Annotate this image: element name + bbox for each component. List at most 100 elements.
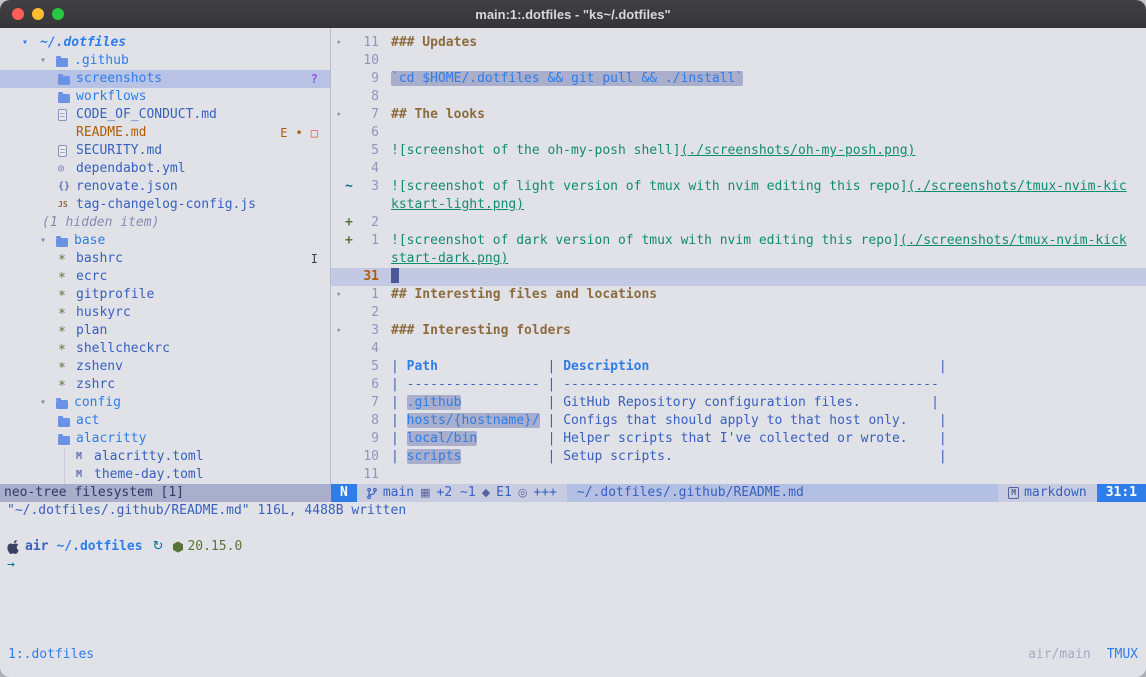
expander-icon[interactable]: ▾ — [40, 394, 56, 412]
git-diff-counts: +2 ~1 — [437, 484, 476, 502]
markdown-icon: M — [1008, 487, 1019, 499]
tree-item-label: SECURITY.md — [74, 142, 162, 160]
minimize-button[interactable] — [32, 8, 44, 20]
tree-item-label: workflows — [74, 88, 146, 106]
status-badge: I — [311, 250, 318, 268]
shell-area[interactable]: air ~/.dotfiles ↻ 20.15.0 → — [0, 538, 1146, 574]
tree-item-readme-md[interactable]: README.mdE•□ — [0, 124, 330, 142]
line-number: 5 — [355, 358, 379, 376]
editor-line[interactable]: 6| ----------------- | -----------------… — [331, 376, 1146, 394]
tree-item-label: base — [72, 232, 105, 250]
tmux-window-label[interactable]: 1:.dotfiles — [8, 646, 94, 664]
indent-guide — [64, 466, 65, 484]
tree-item-1-hidden-item[interactable]: (1 hidden item) — [0, 214, 330, 232]
tree-item-bashrc[interactable]: *bashrcI — [0, 250, 330, 268]
editor-line[interactable]: 5![screenshot of the oh-my-posh shell](.… — [331, 142, 1146, 160]
editor-line[interactable]: ▾3### Interesting folders — [331, 322, 1146, 340]
tree-item-alacritty[interactable]: alacritty — [0, 430, 330, 448]
editor-line[interactable]: 4 — [331, 340, 1146, 358]
tree-item-screenshots[interactable]: screenshots? — [0, 70, 330, 88]
line-number: 6 — [355, 376, 379, 394]
editor-line[interactable]: 8| hosts/{hostname}/ | Configs that shou… — [331, 412, 1146, 430]
zoom-button[interactable] — [52, 8, 64, 20]
folder-icon — [58, 434, 74, 445]
tree-item-alacritty-toml[interactable]: Malacritty.toml — [0, 448, 330, 466]
tree-item-security-md[interactable]: SECURITY.md — [0, 142, 330, 160]
tree-item-label: plan — [74, 322, 107, 340]
tree-item-base[interactable]: ▾ base — [0, 232, 330, 250]
editor-line[interactable]: kstart-light.png) — [331, 196, 1146, 214]
editor-line[interactable]: ~3![screenshot of light version of tmux … — [331, 178, 1146, 196]
neotree-file-tree: ▾~/.dotfiles▾.githubscreenshots?workflow… — [0, 28, 331, 484]
tree-item-gitprofile[interactable]: *gitprofile — [0, 286, 330, 304]
tree-item-plan[interactable]: *plan — [0, 322, 330, 340]
tree-item-ecrc[interactable]: *ecrc — [0, 268, 330, 286]
tree-item-code-of-conduct-md[interactable]: CODE_OF_CONDUCT.md — [0, 106, 330, 124]
tree-item-label: dependabot.yml — [74, 160, 186, 178]
tmux-statusbar: 1:.dotfiles air/main TMUX — [0, 646, 1146, 664]
diagnostics-icon: ◆ — [482, 484, 490, 502]
tree-item-shellcheckrc[interactable]: *shellcheckrc — [0, 340, 330, 358]
editor-line[interactable]: 4 — [331, 160, 1146, 178]
toml-icon: M — [76, 466, 92, 484]
expander-icon[interactable]: ▾ — [40, 52, 56, 70]
tree-item-config[interactable]: ▾ config — [0, 394, 330, 412]
file-icon — [58, 145, 74, 157]
editor-line[interactable]: start-dark.png) — [331, 250, 1146, 268]
tmux-right-section: air/main TMUX — [1028, 646, 1138, 664]
diagnostics-count: E1 — [496, 484, 512, 502]
editor-line[interactable]: 10 — [331, 52, 1146, 70]
editor-line[interactable]: 31 — [331, 268, 1146, 286]
prompt-arrow[interactable]: → — [0, 556, 1146, 574]
editor-line[interactable]: ▾11### Updates — [331, 34, 1146, 52]
tree-item-label: ecrc — [74, 268, 107, 286]
filetype-label: markdown — [1024, 484, 1087, 502]
editor-line[interactable]: 9| local/bin | Helper scripts that I've … — [331, 430, 1146, 448]
window-title: main:1:.dotfiles - "ks~/.dotfiles" — [475, 7, 670, 22]
editor-line[interactable]: 9`cd $HOME/.dotfiles && git pull && ./in… — [331, 70, 1146, 88]
line-number: 9 — [355, 430, 379, 448]
line-number — [355, 250, 379, 268]
tree-item-zshrc[interactable]: *zshrc — [0, 376, 330, 394]
text-cursor — [391, 268, 399, 283]
expander-icon[interactable]: ▾ — [22, 34, 38, 52]
folder-icon — [56, 236, 72, 247]
editor-line[interactable]: 10| scripts | Setup scripts. | — [331, 448, 1146, 466]
editor-line[interactable]: 8 — [331, 88, 1146, 106]
line-number: 11 — [355, 466, 379, 484]
editor-line[interactable]: 6 — [331, 124, 1146, 142]
folder-icon — [56, 398, 72, 409]
fold-icon: ▾ — [331, 34, 345, 52]
expander-icon[interactable]: ▾ — [40, 232, 56, 250]
tree-item-workflows[interactable]: workflows — [0, 88, 330, 106]
editor-line[interactable]: ▾1## Interesting files and locations — [331, 286, 1146, 304]
close-button[interactable] — [12, 8, 24, 20]
line-number: 8 — [355, 88, 379, 106]
tree-item-label: alacritty — [74, 430, 146, 448]
editor-line[interactable]: 5| Path | Description | — [331, 358, 1146, 376]
tree-item-label: act — [74, 412, 99, 430]
editor-line[interactable]: 2 — [331, 304, 1146, 322]
editor-line[interactable]: 11 — [331, 466, 1146, 484]
titlebar[interactable]: main:1:.dotfiles - "ks~/.dotfiles" — [0, 0, 1146, 28]
editor-line[interactable]: 7| .github | GitHub Repository configura… — [331, 394, 1146, 412]
tree-item-label: config — [72, 394, 121, 412]
editor-line[interactable]: +1![screenshot of dark version of tmux w… — [331, 232, 1146, 250]
tree-item-label: shellcheckrc — [74, 340, 170, 358]
editor-line[interactable]: ▾7## The looks — [331, 106, 1146, 124]
tree-item-act[interactable]: act — [0, 412, 330, 430]
editor-buffer[interactable]: ▾11### Updates109`cd $HOME/.dotfiles && … — [331, 28, 1146, 484]
line-number: 7 — [355, 394, 379, 412]
tree-item-zshenv[interactable]: *zshenv — [0, 358, 330, 376]
traffic-lights — [12, 8, 64, 20]
vim-mode-indicator: N — [331, 484, 357, 502]
tree-item-theme-day-toml[interactable]: Mtheme-day.toml — [0, 466, 330, 484]
tree-item-dependabot-yml[interactable]: ◎dependabot.yml — [0, 160, 330, 178]
tree-item-github[interactable]: ▾.github — [0, 52, 330, 70]
editor-line[interactable]: +2 — [331, 214, 1146, 232]
tree-item-tag-changelog-config-js[interactable]: JStag-changelog-config.js — [0, 196, 330, 214]
cursor-position: 31:1 — [1097, 484, 1146, 502]
tree-item-dotfiles[interactable]: ▾~/.dotfiles — [0, 34, 330, 52]
tree-item-huskyrc[interactable]: *huskyrc — [0, 304, 330, 322]
tree-item-renovate-json[interactable]: {}renovate.json — [0, 178, 330, 196]
